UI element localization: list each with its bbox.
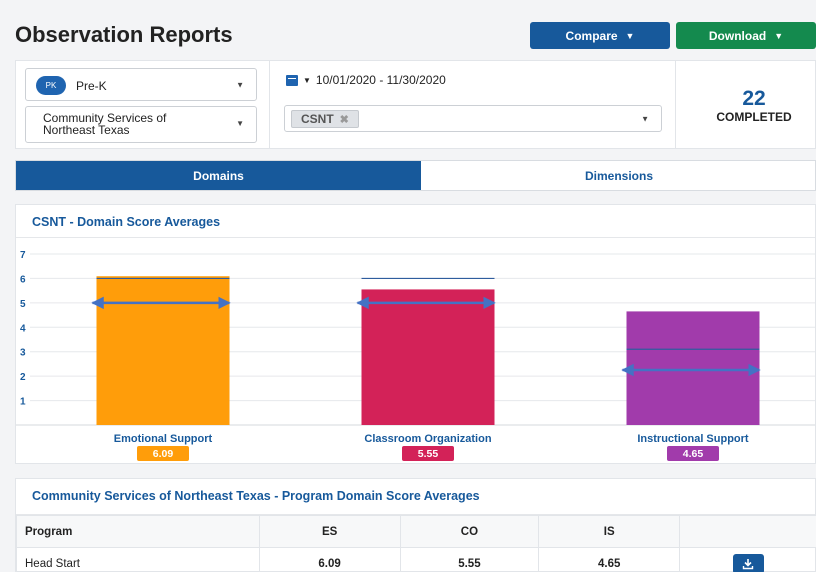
tab-domains[interactable]: Domains <box>16 161 421 190</box>
table-header-row: Program ES CO IS <box>16 515 816 548</box>
download-row-button[interactable] <box>732 553 764 572</box>
column-header-is: IS <box>538 515 681 548</box>
filter-panel: PK Pre-K ▼ Community Services of Northea… <box>15 60 816 149</box>
date-range-picker[interactable]: ▼ 10/01/2020 - 11/30/2020 <box>286 73 446 87</box>
tab-dimensions[interactable]: Dimensions <box>421 161 816 190</box>
compare-label: Compare <box>565 28 618 43</box>
column-header-es: ES <box>258 515 401 548</box>
bar <box>96 276 230 425</box>
column-header-program: Program <box>16 515 260 548</box>
program-score-card: Community Services of Northeast Texas - … <box>15 478 816 572</box>
value-label: 6.09 <box>153 448 174 460</box>
divider <box>269 61 270 148</box>
completed-count: 22 <box>742 87 766 110</box>
download-icon <box>742 558 754 569</box>
domain-score-chart: 1 2 3 4 5 6 7 Emotional Support 6.09 Classroom Or… <box>16 250 815 461</box>
organization-select-value: Community Services of Northeast Texas <box>43 111 167 137</box>
program-table-title: Community Services of Northeast Texas - … <box>32 489 480 503</box>
column-header-co: CO <box>399 515 540 548</box>
grade-select[interactable]: PK Pre-K ▼ <box>25 68 257 101</box>
view-tabs: Domains Dimensions <box>15 160 816 191</box>
category-label: Instructional Support <box>637 433 749 445</box>
compare-button[interactable]: Compare ▼ <box>530 22 670 49</box>
category-label: Classroom Organization <box>364 433 491 445</box>
value-label: 4.65 <box>683 448 704 460</box>
date-range-value: 10/01/2020 - 11/30/2020 <box>315 73 446 87</box>
y-tick-label: 5 <box>20 299 26 310</box>
bar <box>626 311 760 425</box>
chevron-down-icon: ▼ <box>303 75 311 85</box>
remove-tag-icon[interactable]: ✖ <box>340 113 349 126</box>
table-row: Head Start 6.09 5.55 4.65 <box>16 547 816 572</box>
category-label: Emotional Support <box>114 433 213 445</box>
grade-select-value: Pre-K <box>76 79 107 93</box>
program-name-cell: Head Start <box>16 547 260 572</box>
tag-chip: CSNT ✖ <box>291 110 359 128</box>
bar <box>361 289 495 425</box>
divider <box>675 61 676 148</box>
y-tick-label: 7 <box>20 250 26 261</box>
grade-badge: PK <box>36 76 66 95</box>
y-tick-label: 4 <box>20 323 26 334</box>
calendar-icon <box>286 74 298 86</box>
chevron-down-icon: ▼ <box>625 30 635 41</box>
domain-score-chart-card: CSNT - Domain Score Averages 1 2 3 4 5 6 7 Emot… <box>15 204 816 464</box>
es-score-cell: 6.09 <box>258 547 401 572</box>
chevron-down-icon: ▼ <box>236 80 244 89</box>
program-score-table: Program ES CO IS Head Start 6.09 5.55 4.… <box>16 515 816 572</box>
y-tick-label: 3 <box>20 348 26 359</box>
is-score-cell: 4.65 <box>538 547 681 572</box>
download-button[interactable]: Download ▼ <box>676 22 816 49</box>
co-score-cell: 5.55 <box>399 547 540 572</box>
download-label: Download <box>708 28 767 43</box>
chart-title: CSNT - Domain Score Averages <box>32 215 221 229</box>
tag-multiselect[interactable]: CSNT ✖ ▼ <box>284 105 662 132</box>
chevron-down-icon: ▼ <box>236 119 244 128</box>
organization-select[interactable]: Community Services of Northeast Texas ▼ <box>25 106 257 143</box>
page-title: Observation Reports <box>15 22 233 47</box>
y-tick-label: 2 <box>20 372 26 383</box>
actions-cell <box>679 547 816 572</box>
tag-chip-label: CSNT <box>301 112 334 126</box>
value-label: 5.55 <box>418 448 439 460</box>
chevron-down-icon: ▼ <box>774 30 784 41</box>
y-tick-label: 1 <box>20 397 26 408</box>
completed-label: COMPLETED <box>716 110 792 124</box>
column-header-actions <box>679 515 816 548</box>
y-tick-label: 6 <box>20 274 26 285</box>
observation-reports-page: Observation Reports Compare ▼ Download ▼… <box>0 0 816 572</box>
chevron-down-icon: ▼ <box>641 114 649 123</box>
